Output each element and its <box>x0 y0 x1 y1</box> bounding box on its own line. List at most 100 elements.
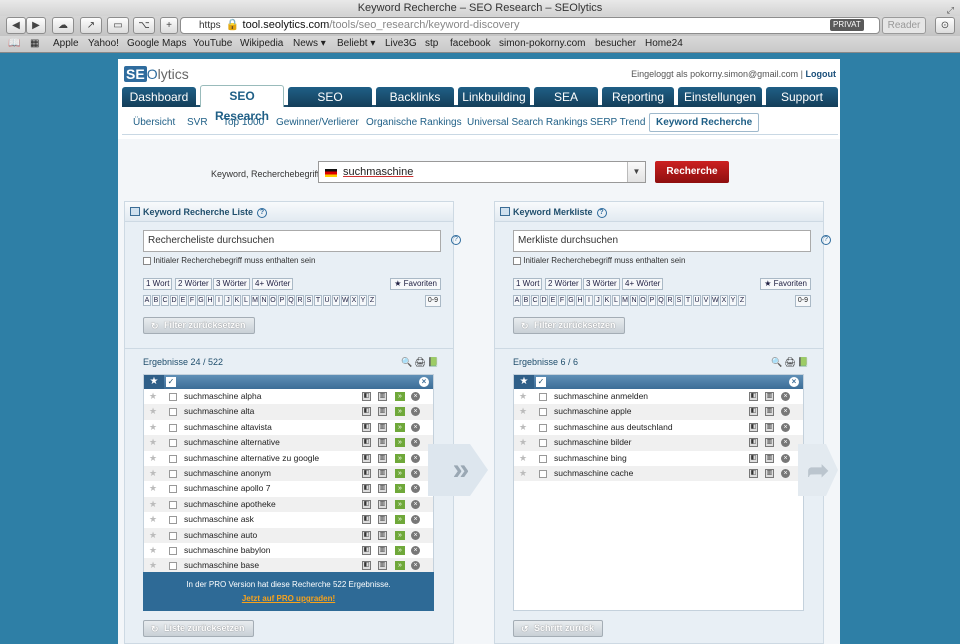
initial-term-option[interactable]: Initialer Recherchebegriff muss enthalte… <box>143 256 315 265</box>
chevron-down-icon[interactable]: ▼ <box>627 162 645 182</box>
checkbox[interactable] <box>143 256 151 265</box>
letter-m[interactable]: M <box>621 295 629 306</box>
tab-seo-research[interactable]: SEO Research <box>200 85 284 123</box>
letter-b[interactable]: B <box>522 295 530 306</box>
remove-icon[interactable]: × <box>781 392 790 401</box>
letter-g[interactable]: G <box>567 295 575 306</box>
back-button[interactable]: ◀ <box>6 17 26 34</box>
remove-icon[interactable]: × <box>411 515 420 525</box>
letter-p[interactable]: P <box>648 295 656 306</box>
letter-k[interactable]: K <box>603 295 611 306</box>
letter-q[interactable]: Q <box>287 295 295 306</box>
star-icon[interactable]: ★ <box>149 389 157 404</box>
google-search-icon[interactable]: ◧ <box>362 407 371 417</box>
tab-einstellungen[interactable]: Einstellungen <box>678 87 762 107</box>
stats-icon[interactable]: ▥ <box>378 515 387 525</box>
filter-4plus-words[interactable]: 4+ Wörter <box>622 278 664 290</box>
remove-icon[interactable]: × <box>411 499 420 509</box>
star-icon[interactable]: ★ <box>149 497 157 512</box>
letter-d[interactable]: D <box>170 295 178 306</box>
letter-n[interactable]: N <box>630 295 638 306</box>
tab-sea[interactable]: SEA <box>534 87 598 107</box>
stats-icon[interactable]: ▥ <box>765 468 774 478</box>
row-checkbox[interactable] <box>169 423 177 432</box>
subnav-organische-rankings[interactable]: Organische Rankings <box>366 117 462 128</box>
letter-l[interactable]: L <box>612 295 620 306</box>
row-checkbox[interactable] <box>539 393 547 401</box>
help-icon[interactable]: ? <box>257 207 268 218</box>
tab-reporting[interactable]: Reporting <box>602 87 674 107</box>
letter-w[interactable]: W <box>341 295 349 306</box>
stats-icon[interactable]: ▥ <box>765 392 774 401</box>
letter-s[interactable]: S <box>305 295 313 306</box>
letter-t[interactable]: T <box>684 295 692 306</box>
reset-list-button[interactable]: ↻ Liste zurücksetzen <box>143 620 254 637</box>
bookmark-item[interactable]: facebook <box>450 36 491 52</box>
star-icon[interactable]: ★ <box>149 420 157 435</box>
stats-icon[interactable]: ▥ <box>765 407 774 417</box>
star-icon[interactable]: ★ <box>149 481 157 496</box>
remove-icon[interactable]: × <box>781 468 790 478</box>
google-search-icon[interactable]: ◧ <box>362 545 371 555</box>
move-right-icon[interactable]: » <box>395 407 405 417</box>
star-icon[interactable]: ★ <box>149 404 157 419</box>
filter-2-words[interactable]: 2 Wörter <box>545 278 582 290</box>
export-icons[interactable]: 🔍🖨📗 <box>401 357 441 368</box>
subnav-serp-trend[interactable]: SERP Trend <box>590 117 645 128</box>
bookmark-item[interactable]: Beliebt ▾ <box>337 36 375 52</box>
google-search-icon[interactable]: ◧ <box>362 468 371 478</box>
forward-button[interactable]: ▶ <box>26 17 46 34</box>
bookmark-item[interactable]: simon-pokorny.com <box>499 36 586 52</box>
watchlist-search-input[interactable]: Merkliste durchsuchen <box>513 230 811 252</box>
top-sites-icon[interactable]: ▦ <box>30 36 39 52</box>
icloud-icon[interactable]: ☁ <box>52 17 74 34</box>
move-right-icon[interactable]: » <box>395 499 405 509</box>
remove-icon[interactable]: × <box>411 392 420 401</box>
google-search-icon[interactable]: ◧ <box>749 468 758 478</box>
table-row[interactable]: ★ suchmaschine anonym ◧ ▥ » × <box>144 465 433 482</box>
step-back-button[interactable]: ↺ Schritt zurück <box>513 620 604 637</box>
google-search-icon[interactable]: ◧ <box>362 422 371 432</box>
row-checkbox[interactable] <box>169 500 177 509</box>
row-checkbox[interactable] <box>539 408 547 417</box>
letter-j[interactable]: J <box>594 295 602 306</box>
bookmark-item[interactable]: Yahoo! <box>88 36 119 52</box>
help-icon[interactable]: ? <box>451 235 461 245</box>
filter-1-word[interactable]: 1 Wort <box>143 278 173 290</box>
stats-icon[interactable]: ▥ <box>378 453 387 463</box>
table-row[interactable]: ★ suchmaschine alternative zu google ◧ ▥ » × <box>144 451 433 466</box>
letter-n[interactable]: N <box>260 295 268 306</box>
help-icon[interactable]: ? <box>821 235 831 245</box>
move-right-icon[interactable]: » <box>395 561 405 571</box>
letter-x[interactable]: X <box>720 295 728 306</box>
favorites-button[interactable]: ★ Favoriten <box>390 278 441 290</box>
close-icon[interactable]: × <box>419 377 429 387</box>
move-right-icon[interactable]: » <box>395 438 405 448</box>
remove-icon[interactable]: × <box>411 530 420 540</box>
favorites-button[interactable]: ★ Favoriten <box>760 278 811 290</box>
recherche-button[interactable]: Recherche <box>655 161 729 183</box>
bookmark-item[interactable]: Live3G <box>385 36 417 52</box>
letter-h[interactable]: H <box>576 295 584 306</box>
row-checkbox[interactable] <box>539 454 547 463</box>
letter-w[interactable]: W <box>711 295 719 306</box>
letter-u[interactable]: U <box>323 295 331 306</box>
table-row[interactable]: ★ suchmaschine aus deutschland ◧ ▥ × <box>514 420 803 435</box>
new-tab-button[interactable]: + <box>160 17 178 34</box>
google-search-icon[interactable]: ◧ <box>749 392 758 401</box>
reset-filter-button[interactable]: ↻ Filter zurücksetzen <box>513 317 625 334</box>
table-row[interactable]: ★ suchmaschine alta ◧ ▥ » × <box>144 404 433 420</box>
stats-icon[interactable]: ▥ <box>378 468 387 478</box>
move-right-icon[interactable]: » <box>395 422 405 432</box>
table-row[interactable]: ★ suchmaschine alternative ◧ ▥ » × <box>144 435 433 451</box>
tab-dashboard[interactable]: Dashboard <box>122 87 196 107</box>
letter-f[interactable]: F <box>188 295 196 306</box>
table-row[interactable]: ★ suchmaschine auto ◧ ▥ » × <box>144 527 433 543</box>
letter-p[interactable]: P <box>278 295 286 306</box>
select-all-checkbox[interactable]: ✓ <box>536 377 546 387</box>
row-checkbox[interactable] <box>169 393 177 401</box>
sidebar-icon[interactable]: ▭ <box>107 17 129 34</box>
row-checkbox[interactable] <box>169 516 177 525</box>
reading-list-icon[interactable]: 📖 <box>8 36 20 52</box>
star-icon[interactable]: ★ <box>149 435 157 450</box>
